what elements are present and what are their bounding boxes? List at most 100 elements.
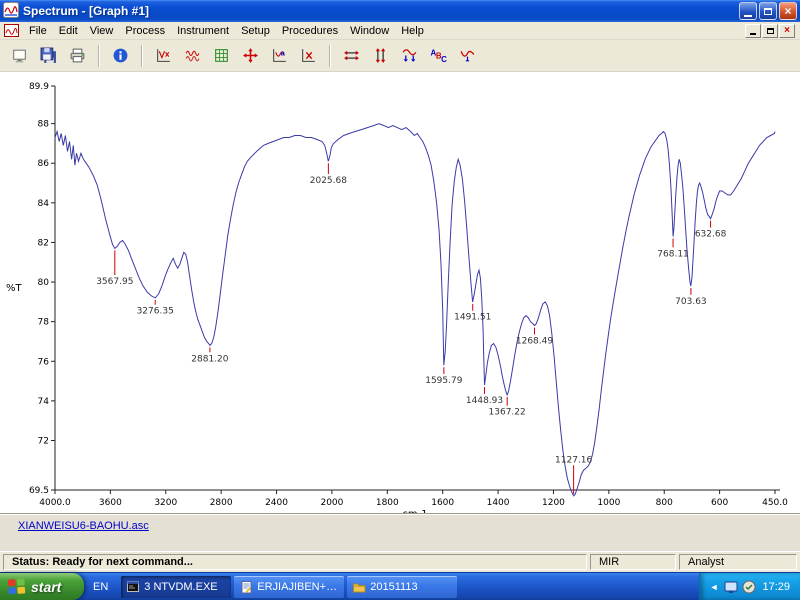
- expand-y-button[interactable]: [367, 42, 394, 69]
- monitor-icon: [13, 49, 26, 63]
- tray-icon-1[interactable]: [724, 580, 738, 594]
- peak-label: 703.63: [675, 297, 707, 307]
- y-tick-label: 89.9: [29, 82, 49, 92]
- close-button[interactable]: ×: [779, 2, 797, 20]
- y-tick-label: 84: [38, 199, 50, 209]
- spectrum-chart[interactable]: 89.9 88 86 84 82 80 78 76 74 72 69.5 4000.0 3600 3200…: [0, 72, 800, 513]
- save-icon: [40, 47, 56, 63]
- taskbar-button[interactable]: 3 NTVDM.EXE: [121, 575, 232, 598]
- y-tick-label: 88: [38, 120, 50, 130]
- mdi-window-controls: ×: [745, 23, 798, 38]
- svg-text:a: a: [281, 49, 286, 58]
- document-icon: [239, 580, 253, 594]
- svg-text:C: C: [441, 55, 447, 64]
- print-button[interactable]: [64, 42, 91, 69]
- menu-bar: File Edit View Process Instrument Setup Proced…: [0, 22, 800, 40]
- menu-item-setup[interactable]: Setup: [235, 23, 276, 39]
- peak-label: 2881.20: [191, 354, 228, 364]
- y-tick-label: 82: [38, 238, 49, 248]
- pan-button[interactable]: [237, 42, 264, 69]
- menu-item-window[interactable]: Window: [344, 23, 395, 39]
- y-tick-label: 74: [38, 397, 50, 407]
- restore-button[interactable]: [759, 2, 777, 20]
- close-button[interactable]: ×: [779, 23, 795, 38]
- taskbar-button[interactable]: ERJIAJIBEN+DUIXIU...: [234, 575, 345, 598]
- menu-item-instrument[interactable]: Instrument: [171, 23, 235, 39]
- x-tick-label: 1000: [597, 498, 620, 508]
- toolbar-separator: [141, 44, 143, 67]
- peak-label: 2025.68: [310, 176, 347, 186]
- text-label-button[interactable]: ABC: [425, 42, 452, 69]
- menu-item-procedures[interactable]: Procedures: [276, 23, 344, 39]
- menu-item-process[interactable]: Process: [119, 23, 171, 39]
- y-tick-label: 80: [38, 278, 50, 288]
- taskbar-button[interactable]: 20151113: [347, 575, 458, 598]
- full-range-button[interactable]: [208, 42, 235, 69]
- x-tick-label: 1800: [376, 498, 399, 508]
- menu-item-file[interactable]: File: [23, 23, 53, 39]
- window-controls: ×: [739, 2, 797, 20]
- tray-icon-2[interactable]: [742, 580, 756, 594]
- autoscale-button[interactable]: [396, 42, 423, 69]
- minimize-icon: [750, 33, 756, 35]
- print-icon: [70, 48, 85, 63]
- peak-label: 1268.49: [516, 336, 553, 346]
- expand-x-icon: [344, 50, 359, 61]
- open-file-link[interactable]: XIANWEISU6-BAOHU.asc: [18, 520, 149, 532]
- x-tick-label: 1600: [431, 498, 454, 508]
- restore-icon: [766, 27, 774, 34]
- graph-a-icon: a: [273, 49, 286, 62]
- minimize-button[interactable]: [739, 2, 757, 20]
- overlay-spectra-button[interactable]: [179, 42, 206, 69]
- abc-icon: ABC: [431, 49, 447, 64]
- waves-icon: [185, 50, 200, 62]
- graph-marks-icon: [157, 49, 170, 62]
- status-message: Status: Ready for next command...: [3, 554, 587, 570]
- taskbar-clock[interactable]: 17:29: [762, 581, 790, 593]
- new-window-button[interactable]: [6, 42, 33, 69]
- msdos-icon: [126, 580, 140, 594]
- graph-window-icon: [4, 23, 20, 38]
- peak-pick-icon: [460, 50, 475, 62]
- peak-label: 1367.22: [489, 408, 526, 418]
- app-icon: [3, 1, 19, 21]
- clear-region-button[interactable]: [295, 42, 322, 69]
- y-tick-label: 76: [38, 357, 50, 367]
- info-button[interactable]: [107, 42, 134, 69]
- language-indicator[interactable]: EN: [84, 573, 117, 600]
- x-tick-label: 3200: [154, 498, 177, 508]
- peak-label-button[interactable]: [454, 42, 481, 69]
- y-tick-label: 72: [38, 436, 49, 446]
- graph-x-icon: [302, 49, 315, 62]
- x-tick-label: 600: [711, 498, 728, 508]
- expand-y-icon: [375, 48, 386, 63]
- menu-item-view[interactable]: View: [84, 23, 120, 39]
- windows-logo-icon: [7, 578, 26, 595]
- vertical-cursor-button[interactable]: [150, 42, 177, 69]
- task-buttons: 3 NTVDM.EXE ERJIAJIBEN+DUIXIU... 20151113: [117, 573, 458, 600]
- x-tick-label: 450.0: [762, 498, 788, 508]
- tray-collapse-icon[interactable]: ◄: [710, 582, 719, 592]
- restore-button[interactable]: [762, 23, 778, 38]
- peak-label: 768.11: [657, 249, 689, 259]
- file-strip: XIANWEISU6-BAOHU.asc: [0, 513, 800, 551]
- peak-label: 632.68: [695, 230, 727, 240]
- grid-expand-icon: [215, 49, 228, 62]
- toolbar-separator: [98, 44, 100, 67]
- save-button[interactable]: [35, 42, 62, 69]
- y-tick-label: 78: [38, 318, 50, 328]
- y-tick-label: 69.5: [29, 486, 49, 496]
- menu-item-edit[interactable]: Edit: [53, 23, 84, 39]
- toolbar-separator: [329, 44, 331, 67]
- peak-label: 3567.95: [96, 277, 133, 287]
- annotate-button[interactable]: a: [266, 42, 293, 69]
- autoscale-icon: [402, 49, 417, 62]
- start-button[interactable]: start: [0, 573, 84, 600]
- menu-item-help[interactable]: Help: [395, 23, 430, 39]
- restore-icon: [764, 7, 772, 15]
- spectrum-plot: 89.9 88 86 84 82 80 78 76 74 72 69.5 4000.0 3600 3200…: [6, 82, 788, 513]
- x-tick-label: 3600: [99, 498, 122, 508]
- expand-x-button[interactable]: [338, 42, 365, 69]
- minimize-button[interactable]: [745, 23, 761, 38]
- taskbar-button-label: 3 NTVDM.EXE: [144, 580, 218, 593]
